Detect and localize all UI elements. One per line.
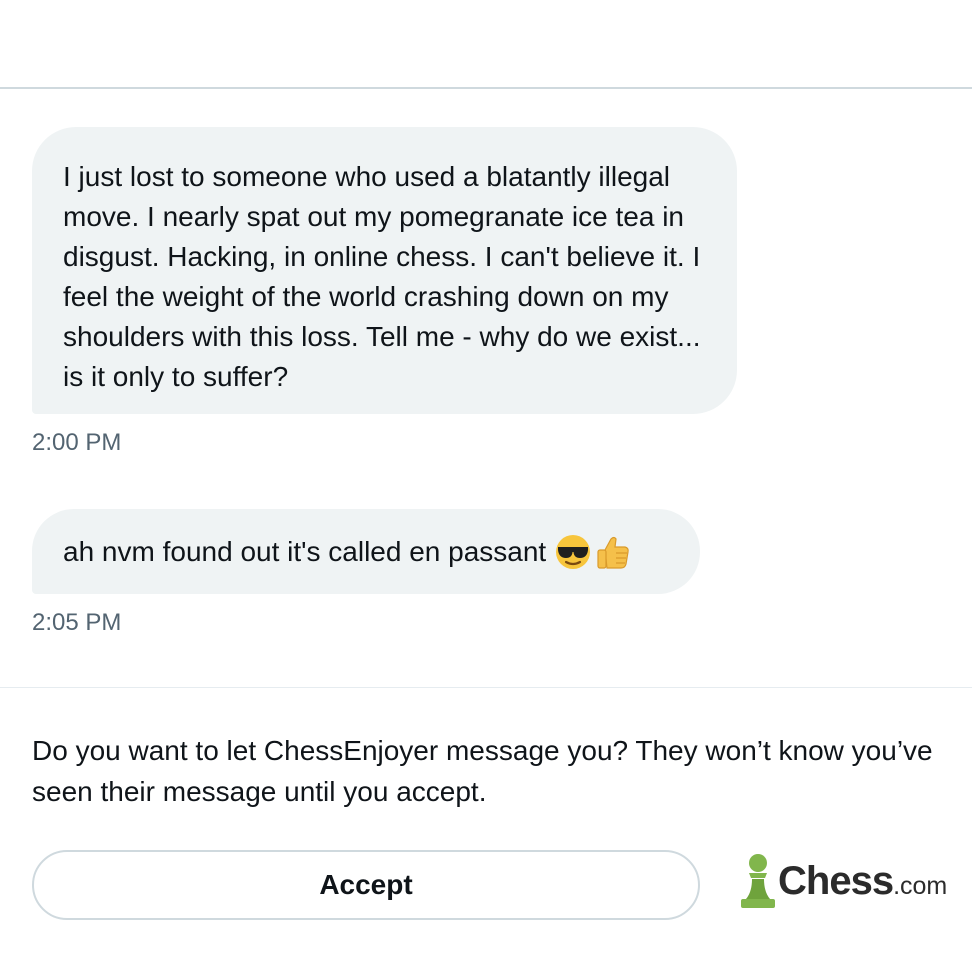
message-bubble: ah nvm found out it's called en passant (32, 509, 700, 594)
accept-button-label: Accept (319, 869, 413, 900)
message-text: ah nvm found out it's called en passant (63, 536, 547, 567)
accept-button[interactable]: Accept (32, 850, 700, 920)
chess-com-logo: Chess .com (738, 850, 948, 912)
message-request-prompt: Do you want to let ChessEnjoyer message … (32, 735, 933, 807)
sunglasses-face-icon (554, 533, 592, 571)
logo-suffix: .com (893, 871, 948, 900)
message-timestamp: 2:05 PM (32, 609, 122, 636)
pawn-icon (741, 854, 775, 908)
logo-name: Chess (778, 859, 894, 903)
top-divider (0, 87, 972, 89)
message-timestamp: 2:00 PM (32, 429, 122, 456)
thumbs-up-icon (594, 533, 632, 571)
message-text: I just lost to someone who used a blatan… (63, 161, 701, 392)
message-bubble: I just lost to someone who used a blatan… (32, 127, 737, 414)
bottom-divider (0, 687, 972, 688)
message-content: ah nvm found out it's called en passant (63, 532, 632, 572)
